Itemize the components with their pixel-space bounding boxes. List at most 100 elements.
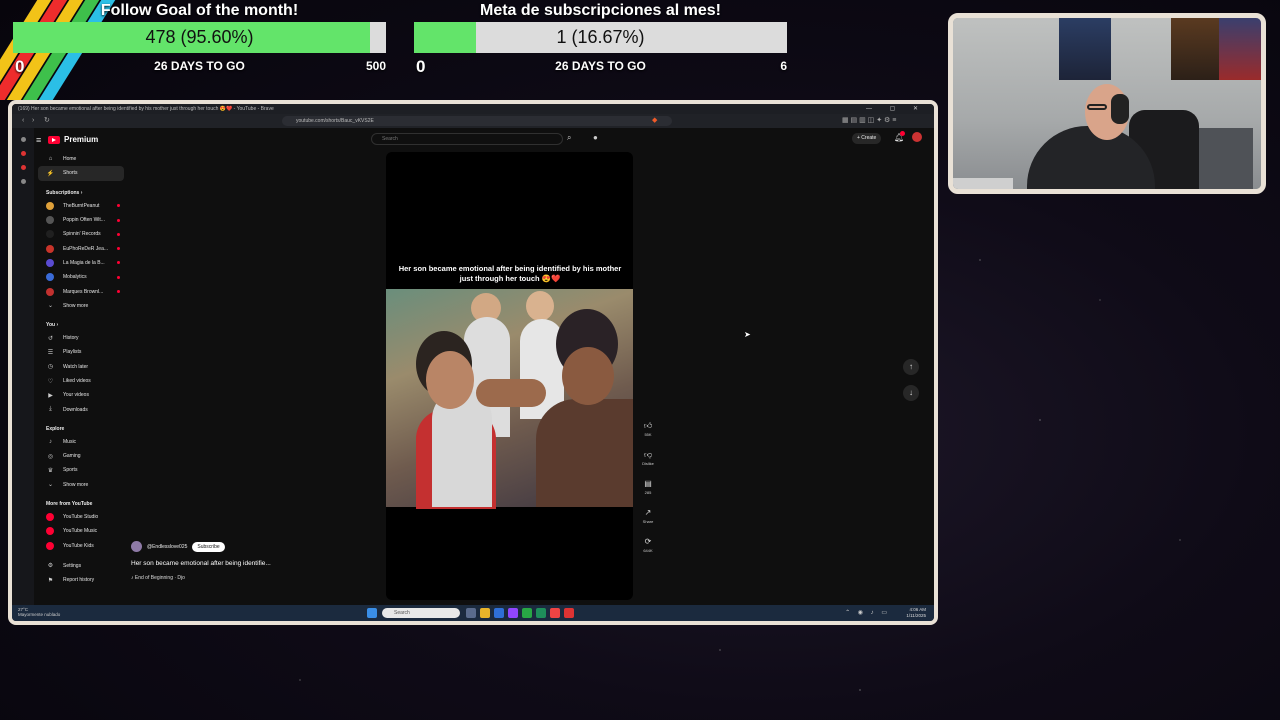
- subscriptions-show-more[interactable]: ⌄ Show more: [38, 299, 124, 313]
- extensions-icon[interactable]: ▦ ▤ ▥ ◫ ✦ ⚙ ≡: [842, 117, 896, 125]
- playlists-icon: ☰: [47, 349, 54, 356]
- short-video-frame[interactable]: [386, 289, 633, 509]
- sidebar-youtube-icon[interactable]: [20, 151, 26, 156]
- forward-icon[interactable]: ›: [32, 117, 34, 125]
- action-label: Share: [642, 519, 654, 524]
- sidebar-music-icon[interactable]: [20, 165, 26, 170]
- sidebar-item-playlists[interactable]: ☰ Playlists: [38, 345, 124, 359]
- edge-icon[interactable]: [494, 608, 504, 618]
- next-short-button[interactable]: ↓: [903, 385, 919, 401]
- shorts-icon: ⚡: [46, 170, 55, 177]
- share-icon: ↗: [644, 508, 652, 517]
- taskbar-search[interactable]: Search: [382, 608, 460, 618]
- create-button[interactable]: + Create: [852, 133, 882, 144]
- youtube-premium-logo[interactable]: Premium: [48, 135, 98, 144]
- obs-icon[interactable]: [564, 608, 574, 618]
- shorts-player[interactable]: Her son became emotional after being ide…: [386, 152, 633, 600]
- brave-shields-icon[interactable]: ◆: [652, 117, 657, 125]
- dislike-icon: 👎︎: [643, 450, 653, 459]
- start-icon[interactable]: [367, 608, 377, 618]
- remix-button[interactable]: ⟳ 644K: [637, 536, 659, 553]
- taskbar-clock[interactable]: 4:06 AM 1/11/2025: [906, 607, 926, 619]
- sidebar-item-euphoreder-jea[interactable]: EuPhoReDeR Jea...: [38, 241, 124, 255]
- channel-avatar: [46, 201, 54, 210]
- like-button[interactable]: 👍︎ 55K: [637, 420, 659, 437]
- address-bar[interactable]: youtube.com/shorts/Bauc_vKVS2E: [282, 116, 672, 126]
- menu-icon[interactable]: ≡: [36, 135, 41, 145]
- short-channel: @Endlesslove025 Subscribe: [131, 541, 225, 552]
- sidebar-item-show-more[interactable]: ⌄ Show more: [38, 478, 124, 492]
- live-indicator: [117, 261, 120, 265]
- sidebar-item-mobalytics[interactable]: Mobalytics: [38, 270, 124, 284]
- sidebar-item-poppin-often-wit[interactable]: Poppin Often Wit...: [38, 213, 124, 227]
- sidebar-item-music[interactable]: ♪ Music: [38, 435, 124, 449]
- weather-widget[interactable]: 27°C Mayormente nublado: [18, 607, 60, 617]
- twitch-icon[interactable]: [508, 608, 518, 618]
- channel-name[interactable]: @Endlesslove025: [147, 544, 187, 550]
- sidebar-item-youtube-music[interactable]: YouTube Music: [38, 524, 124, 538]
- window-controls[interactable]: — ▢ ✕: [866, 104, 926, 114]
- sidebar-item-downloads[interactable]: ⤓ Downloads: [38, 402, 124, 416]
- sidebar-item-label: Sports: [63, 467, 78, 474]
- sidebar-item-your-videos[interactable]: ▶ Your videos: [38, 388, 124, 402]
- sidebar-item-shorts[interactable]: ⚡ Shorts: [38, 166, 124, 181]
- you-heading[interactable]: You ›: [46, 322, 124, 328]
- sidebar-item-report-history[interactable]: ⚑ Report history: [38, 573, 124, 587]
- short-music-label: End of Beginning · Djo: [134, 575, 185, 581]
- sidebar-item-marques-brownl[interactable]: Marques Brownl...: [38, 284, 124, 298]
- sidebar-item-sports[interactable]: ♛ Sports: [38, 463, 124, 477]
- live-indicator: [117, 218, 120, 222]
- channel-avatar: [46, 244, 54, 253]
- goal-max: 500: [365, 59, 386, 73]
- weather-text: 27°C Mayormente nublado: [18, 607, 61, 617]
- sidebar-item-home[interactable]: ⌂ Home: [38, 152, 124, 166]
- sidebar-item-label: Shorts: [63, 170, 78, 177]
- pinned-apps: [466, 608, 574, 618]
- previous-short-button[interactable]: ↑: [903, 359, 919, 375]
- file-explorer-icon[interactable]: [480, 608, 490, 618]
- sidebar-item-spinnin-records[interactable]: Spinnin' Records: [38, 227, 124, 241]
- sidebar-item-la-magia-de-la-b[interactable]: La Magia de la B...: [38, 256, 124, 270]
- comments-button[interactable]: ▤ 285: [637, 478, 659, 495]
- sidebar-panel-icon[interactable]: [20, 137, 26, 142]
- back-icon[interactable]: ‹: [22, 117, 24, 125]
- subscriptions-heading[interactable]: Subscriptions ›: [46, 190, 124, 196]
- brand-label: Premium: [64, 135, 99, 144]
- channel-avatar: [46, 273, 54, 282]
- dislike-button[interactable]: 👎︎ Dislike: [637, 449, 659, 466]
- live-indicator: [117, 290, 120, 294]
- system-tray-icons[interactable]: ⌃ ◉ ♪ ▭: [845, 609, 890, 616]
- short-title[interactable]: Her son became emotional after being ide…: [131, 560, 271, 567]
- sidebar-item-label: EuPhoReDeR Jea...: [63, 245, 109, 252]
- sidebar-item-theburntpeanut[interactable]: TheBurntPeanut: [38, 199, 124, 213]
- sidebar-item-label: Watch later: [63, 363, 89, 370]
- brave-icon[interactable]: [550, 608, 560, 618]
- share-button[interactable]: ↗ Share: [637, 507, 659, 524]
- sidebar-item-youtube-studio[interactable]: YouTube Studio: [38, 510, 124, 524]
- reload-icon[interactable]: ↻: [44, 117, 50, 125]
- search-icon[interactable]: ⌕: [567, 133, 571, 143]
- sidebar-item-history[interactable]: ↺ History: [38, 331, 124, 345]
- channel-avatar[interactable]: [131, 541, 142, 552]
- subscribe-button[interactable]: Subscribe: [192, 541, 225, 552]
- short-music[interactable]: ♪ End of Beginning · Djo: [131, 575, 185, 581]
- sports-icon: ♛: [47, 467, 54, 474]
- sidebar-item-youtube-kids[interactable]: YouTube Kids: [38, 539, 124, 553]
- account-avatar[interactable]: [912, 132, 922, 142]
- sidebar-item-label: YouTube Studio: [63, 514, 99, 521]
- sidebar-item-watch-later[interactable]: ◷ Watch later: [38, 360, 124, 374]
- sidebar-add-icon[interactable]: [20, 179, 26, 184]
- spotify-icon[interactable]: [522, 608, 532, 618]
- sidebar-item-settings[interactable]: ⚙ Settings: [38, 559, 124, 573]
- sidebar-item-gaming[interactable]: ◎ Gaming: [38, 449, 124, 463]
- windows-taskbar: 27°C Mayormente nublado Search ⌃ ◉ ♪ ▭ 4…: [12, 605, 934, 621]
- sidebar-item-liked-videos[interactable]: ♡ Liked videos: [38, 374, 124, 388]
- store-icon[interactable]: [536, 608, 546, 618]
- channel-avatar: [46, 258, 54, 267]
- search-input[interactable]: Search: [371, 133, 563, 145]
- task-view-icon[interactable]: [466, 608, 476, 618]
- sidebar-item-label: YouTube Kids: [63, 542, 94, 549]
- channel-avatar: [46, 230, 54, 239]
- microphone-icon[interactable]: ●: [593, 133, 598, 142]
- sidebar-item-label: Report history: [63, 577, 95, 584]
